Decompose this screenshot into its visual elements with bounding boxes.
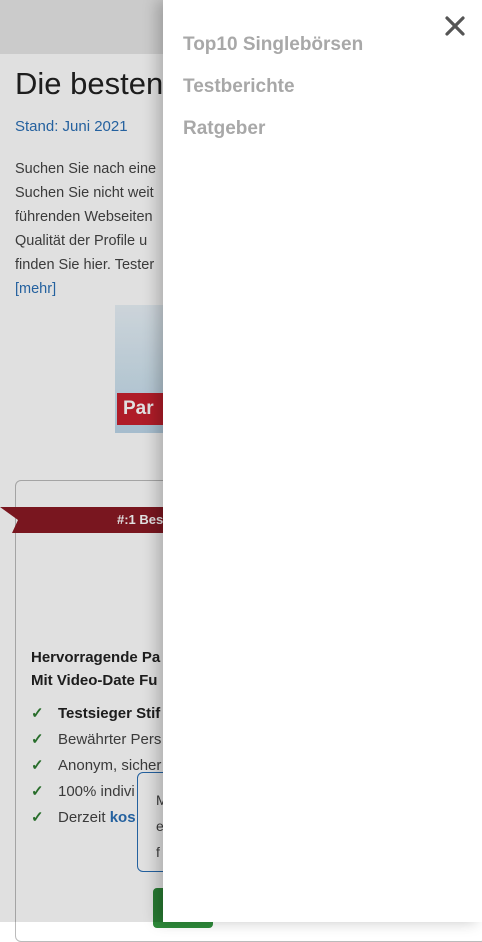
drawer-menu: Top10 Singlebörsen Testberichte Ratgeber (183, 33, 363, 159)
nav-drawer: Top10 Singlebörsen Testberichte Ratgeber (163, 0, 482, 922)
menu-item-ratgeber[interactable]: Ratgeber (183, 117, 363, 159)
menu-item-testberichte[interactable]: Testberichte (183, 75, 363, 117)
menu-item-top10[interactable]: Top10 Singlebörsen (183, 33, 363, 75)
close-icon (445, 16, 465, 36)
close-button[interactable] (442, 13, 468, 39)
